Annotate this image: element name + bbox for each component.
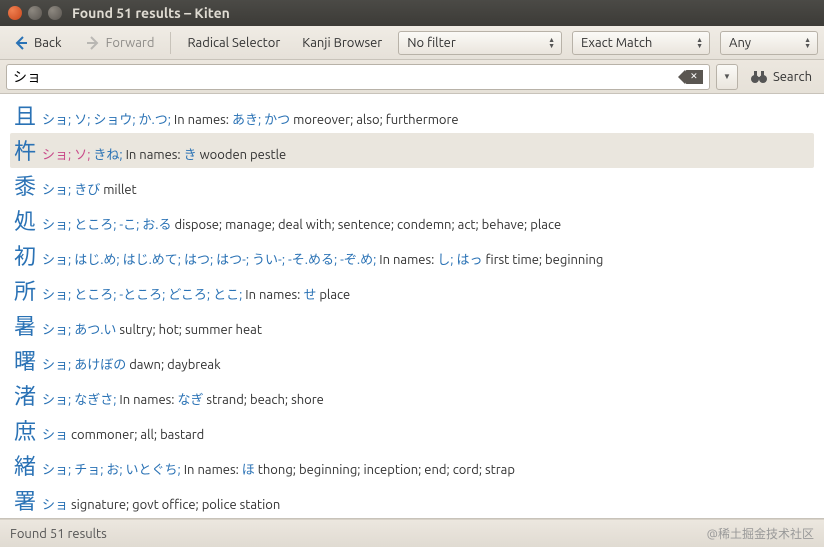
kanji-glyph: 曙 [14,344,36,377]
result-row[interactable]: 杵ショ; ソ; きね; In names: き wooden pestle [10,133,814,168]
kanji-glyph: 緒 [14,449,36,482]
forward-button: Forward [78,31,161,55]
readings: ショ; あつ.い sultry; hot; summer heat [42,321,262,341]
watermark: @稀土掘金技术社区 [707,525,814,542]
kanji-glyph: 且 [14,99,36,132]
search-bar: ✕ ▼ Search [0,60,824,94]
maximize-icon[interactable] [48,6,62,20]
separator [170,32,171,54]
chevron-updown-icon: ▲▼ [548,37,555,49]
kanji-glyph: 署 [14,484,36,517]
readings: ショ; ソ; きね; In names: き wooden pestle [42,146,286,166]
chevron-updown-icon: ▲▼ [804,37,811,49]
kanji-browser-button[interactable]: Kanji Browser [296,33,388,53]
readings: ショ; きび millet [42,181,137,201]
filter-value: No filter [407,36,456,50]
kanji-glyph: 杵 [14,134,36,167]
result-row[interactable]: 黍ショ; きび millet [10,168,814,203]
filter-combo[interactable]: No filter ▲▼ [398,31,562,55]
back-label: Back [34,36,62,50]
match-value: Exact Match [581,36,652,50]
readings: ショ; チョ; お; いとぐち; In names: ほ thong; begi… [42,461,515,481]
close-icon[interactable] [8,6,22,20]
toolbar: Back Forward Radical Selector Kanji Brow… [0,26,824,60]
kanji-browser-label: Kanji Browser [302,36,382,50]
back-button[interactable]: Back [6,31,68,55]
kanji-glyph: 初 [14,239,36,272]
search-label: Search [773,70,812,84]
readings: ショ; ところ; -ところ; どころ; とこ; In names: せ plac… [42,286,350,306]
readings: ショ commoner; all; bastard [42,426,204,446]
kanji-glyph: 暑 [14,309,36,342]
result-row[interactable]: 所ショ; ところ; -ところ; どころ; とこ; In names: せ pla… [10,273,814,308]
status-bar: Found 51 results @稀土掘金技术社区 [0,519,824,547]
result-row[interactable]: 処ショ; ところ; -こ; お.る dispose; manage; deal … [10,203,814,238]
type-value: Any [729,36,751,50]
result-row[interactable]: 曙ショ; あけぼの dawn; daybreak [10,343,814,378]
result-row[interactable]: 初ショ; はじ.め; はじ.めて; はつ; はつ-; うい-; -そ.める; -… [10,238,814,273]
search-input-wrap: ✕ [6,64,710,90]
readings: ショ; ところ; -こ; お.る dispose; manage; deal w… [42,216,561,236]
status-text: Found 51 results [10,527,107,541]
arrow-right-icon [84,34,102,52]
result-row[interactable]: 庶ショ commoner; all; bastard [10,413,814,448]
minimize-icon[interactable] [28,6,42,20]
readings: ショ; はじ.め; はじ.めて; はつ; はつ-; うい-; -そ.める; -ぞ… [42,251,603,271]
radical-selector-label: Radical Selector [187,36,280,50]
type-combo[interactable]: Any ▲▼ [720,31,818,55]
chevron-updown-icon: ▲▼ [696,37,703,49]
window-controls [8,6,62,20]
kanji-glyph: 庶 [14,414,36,447]
result-row[interactable]: 渚ショ; なぎさ; In names: なぎ strand; beach; sh… [10,378,814,413]
kanji-glyph: 処 [14,204,36,237]
search-button[interactable]: Search [744,66,818,88]
search-history-dropdown[interactable]: ▼ [716,64,738,90]
readings: ショ; なぎさ; In names: なぎ strand; beach; sho… [42,391,324,411]
results-pane[interactable]: 且ショ; ソ; ショウ; か.つ; In names: あき; かつ moreo… [0,94,824,519]
result-row[interactable]: 且ショ; ソ; ショウ; か.つ; In names: あき; かつ moreo… [10,98,814,133]
readings: ショ; ソ; ショウ; か.つ; In names: あき; かつ moreov… [42,111,459,131]
result-row[interactable]: 暑ショ; あつ.い sultry; hot; summer heat [10,308,814,343]
window-title: Found 51 results – Kiten [72,5,230,21]
kanji-glyph: 黍 [14,169,36,202]
match-combo[interactable]: Exact Match ▲▼ [572,31,710,55]
result-row[interactable]: 緒ショ; チョ; お; いとぐち; In names: ほ thong; beg… [10,448,814,483]
search-input[interactable] [13,69,685,85]
forward-label: Forward [106,36,155,50]
result-row[interactable]: 署ショ signature; govt office; police stati… [10,483,814,518]
radical-selector-button[interactable]: Radical Selector [181,33,286,53]
clear-icon[interactable]: ✕ [685,70,703,84]
readings: ショ signature; govt office; police statio… [42,496,280,516]
binoculars-icon [750,69,768,85]
arrow-left-icon [12,34,30,52]
readings: ショ; あけぼの dawn; daybreak [42,356,221,376]
kanji-glyph: 所 [14,274,36,307]
kanji-glyph: 渚 [14,379,36,412]
titlebar: Found 51 results – Kiten [0,0,824,26]
